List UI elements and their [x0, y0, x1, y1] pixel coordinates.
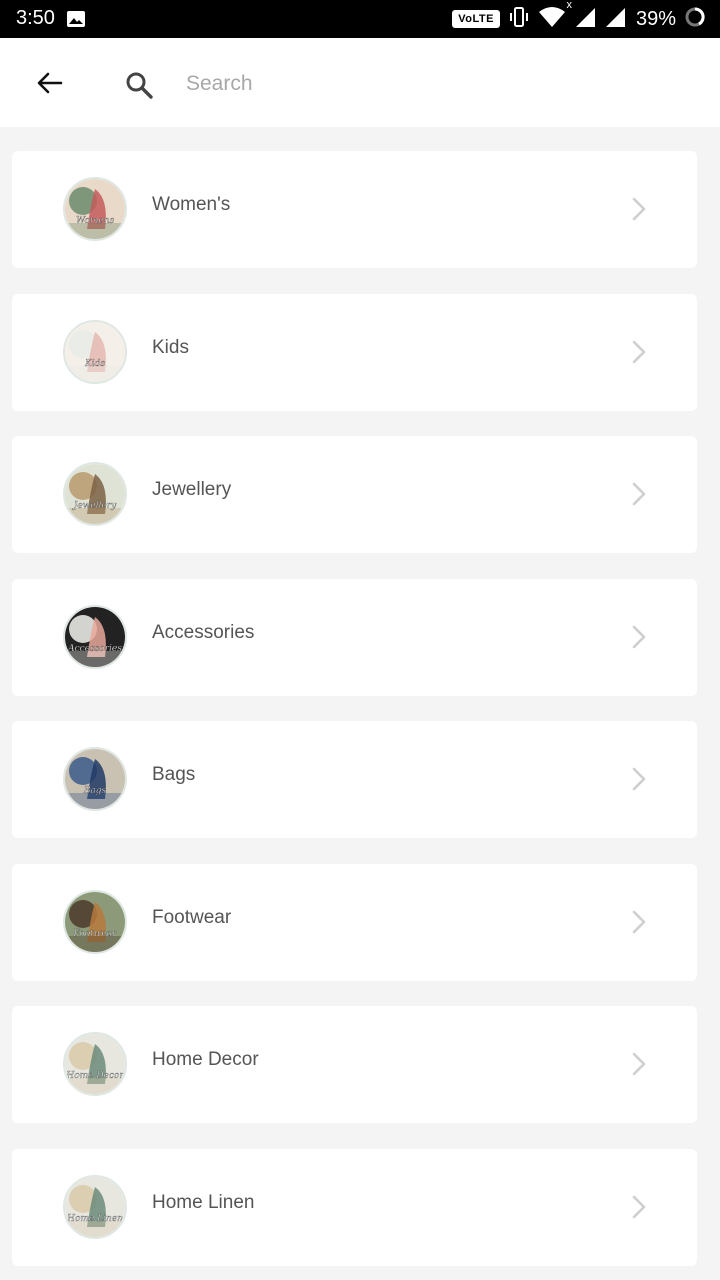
status-indicators: VoLTE x 39% — [452, 0, 706, 34]
category-label: Home Linen — [152, 1191, 255, 1213]
category-thumbnail: Bags — [63, 747, 127, 811]
category-card[interactable]: Kids Kids — [12, 293, 697, 411]
battery-icon — [684, 6, 706, 33]
category-card[interactable]: Jewellery Jewellery — [12, 436, 697, 553]
thumbnail-caption: Home Decor — [65, 1071, 124, 1081]
status-time: 3:50 — [16, 7, 55, 29]
category-card[interactable]: Home Linen Home Linen — [12, 1148, 697, 1266]
search-header — [0, 38, 720, 127]
chevron-right-icon — [631, 909, 647, 940]
category-label: Kids — [152, 336, 189, 358]
back-arrow-icon — [37, 72, 63, 94]
category-card[interactable]: Footwear Footwear — [12, 863, 697, 981]
signal-icon-1 — [574, 6, 596, 33]
chevron-right-icon — [631, 481, 647, 512]
thumbnail-caption: Womens — [76, 216, 115, 226]
category-label: Bags — [152, 764, 196, 785]
category-thumbnail: Jewellery — [63, 462, 127, 526]
chevron-right-icon — [631, 196, 647, 227]
category-thumbnail: Kids — [63, 319, 127, 384]
thumbnail-caption: Home Linen — [66, 1214, 123, 1224]
category-label: Footwear — [152, 906, 232, 928]
category-thumbnail: Accessories — [63, 604, 127, 669]
back-button[interactable] — [28, 61, 72, 105]
category-label: Accessories — [152, 621, 255, 643]
category-card[interactable]: Accessories Accessories — [12, 578, 697, 696]
category-list: Womens Women's Kids Kids Jewellery Jewellery A… — [12, 151, 697, 1280]
search-icon — [124, 70, 154, 105]
category-thumbnail: Footwear — [63, 889, 127, 954]
category-thumbnail: Home Decor — [63, 1032, 127, 1096]
gallery-notification-icon — [66, 10, 86, 33]
thumbnail-caption: Jewellery — [72, 501, 117, 511]
search-input[interactable] — [186, 64, 686, 104]
category-card[interactable]: Bags Bags — [12, 721, 697, 838]
thumbnail-caption: Kids — [84, 359, 105, 369]
status-bar: 3:50 VoLTE x 39% — [0, 0, 720, 38]
vibrate-icon — [508, 6, 530, 33]
chevron-right-icon — [631, 766, 647, 797]
signal-icon-2 — [604, 6, 626, 33]
category-card[interactable]: Womens Women's — [12, 151, 697, 268]
thumbnail-caption: Footwear — [73, 929, 118, 939]
chevron-right-icon — [631, 1194, 647, 1225]
category-label: Women's — [152, 194, 231, 215]
category-card[interactable]: Home Decor Home Decor — [12, 1006, 697, 1123]
thumbnail-caption: Accessories — [67, 644, 122, 654]
battery-percentage: 39% — [635, 7, 676, 30]
category-thumbnail: Womens — [63, 177, 127, 241]
roaming-marker: x — [566, 0, 572, 11]
category-label: Jewellery — [152, 479, 232, 500]
category-label: Home Decor — [152, 1049, 259, 1070]
chevron-right-icon — [631, 339, 647, 370]
volte-badge: VoLTE — [452, 10, 500, 28]
thumbnail-caption: Bags — [83, 786, 107, 796]
chevron-right-icon — [631, 624, 647, 655]
wifi-icon: x — [538, 0, 572, 34]
chevron-right-icon — [631, 1051, 647, 1082]
category-thumbnail: Home Linen — [63, 1174, 127, 1239]
